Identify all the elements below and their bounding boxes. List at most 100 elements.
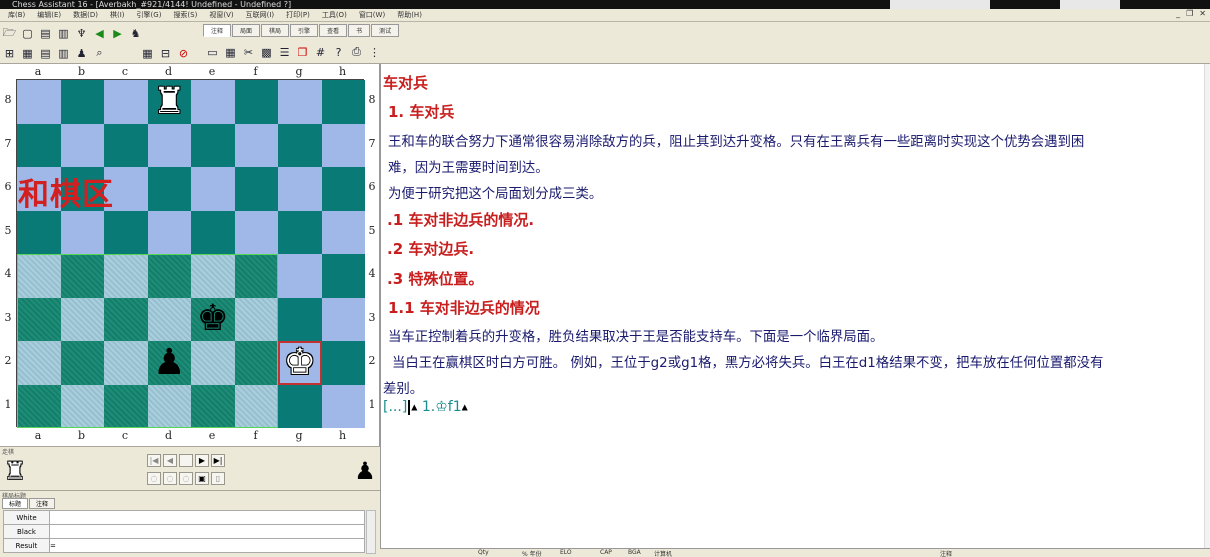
col-elo[interactable]: ELO	[560, 549, 572, 556]
col-comment[interactable]: 注释	[940, 549, 952, 557]
square-a4[interactable]	[17, 254, 61, 298]
square-d5[interactable]	[147, 210, 191, 254]
square-h1[interactable]	[321, 384, 365, 428]
square-f3[interactable]	[234, 297, 278, 341]
square-a1[interactable]	[17, 384, 61, 428]
open-folder-icon[interactable]: 🗁	[2, 26, 17, 40]
square-c5[interactable]	[104, 210, 148, 254]
stop-icon[interactable]: ⊘	[176, 46, 191, 60]
tab-header[interactable]: 标题	[2, 498, 29, 509]
black-king-icon[interactable]: ♚	[191, 298, 235, 342]
square-b1[interactable]	[60, 384, 104, 428]
move-line[interactable]: [...] ▲ 1.♔f1▲	[383, 399, 1207, 415]
back-arrow-icon[interactable]: ◀	[92, 26, 107, 40]
menu-item-game[interactable]: 棋(I)	[110, 10, 125, 20]
tab-test[interactable]: 测试	[371, 24, 400, 37]
menu-item-library[interactable]: 库(B)	[8, 10, 25, 20]
square-h5[interactable]	[321, 210, 365, 254]
square-c3[interactable]	[104, 297, 148, 341]
square-d4[interactable]	[147, 254, 191, 298]
square-f4[interactable]	[234, 254, 278, 298]
notepad-icon[interactable]: ▥	[56, 26, 71, 40]
last-move-button[interactable]: ▶|	[211, 454, 225, 467]
square-g3[interactable]	[278, 297, 322, 341]
square-b2[interactable]	[60, 341, 104, 385]
col-qty[interactable]: Qty	[478, 549, 489, 556]
square-h4[interactable]	[321, 254, 365, 298]
col-percent-year[interactable]: % 年份	[522, 549, 542, 557]
lock-button[interactable]: ▯	[211, 472, 225, 485]
square-e8[interactable]	[191, 80, 235, 124]
help-circle-icon[interactable]: ?	[331, 45, 346, 59]
notation-panel[interactable]: 车对兵 1. 车对兵 王和车的联合努力下通常很容易消除敌方的兵，阻止其到达升变格…	[380, 64, 1210, 548]
square-c1[interactable]	[104, 384, 148, 428]
menu-item-edit[interactable]: 编辑(E)	[37, 10, 61, 20]
variation-button[interactable]: ◌	[147, 472, 161, 485]
white-king-icon[interactable]: ♚	[278, 341, 322, 385]
square-c7[interactable]	[104, 123, 148, 167]
header-value-black[interactable]	[49, 524, 365, 539]
square-e7[interactable]	[191, 123, 235, 167]
calculator-icon[interactable]: ▦	[223, 45, 238, 59]
tree-view-icon[interactable]: ⊞	[2, 46, 17, 60]
square-b8[interactable]	[60, 80, 104, 124]
square-c4[interactable]	[104, 254, 148, 298]
close-icon[interactable]: ✕	[1199, 9, 1206, 18]
square-a7[interactable]	[17, 123, 61, 167]
square-h2[interactable]	[321, 341, 365, 385]
board-icon[interactable]: ▦	[140, 46, 155, 60]
person-icon[interactable]: ♟	[74, 46, 89, 60]
engine-icon[interactable]: ♞	[128, 26, 143, 40]
black-pawn-icon[interactable]: ♟	[148, 341, 192, 385]
square-g1[interactable]	[278, 384, 322, 428]
menu-item-help[interactable]: 帮助(H)	[397, 10, 422, 20]
info-scrollbar[interactable]	[366, 510, 376, 554]
square-h8[interactable]	[321, 80, 365, 124]
square-e2[interactable]	[191, 341, 235, 385]
square-f7[interactable]	[234, 123, 278, 167]
filter-icon[interactable]: ⊟	[158, 46, 173, 60]
layers-icon[interactable]: ▥	[56, 46, 71, 60]
square-d1[interactable]	[147, 384, 191, 428]
header-value-white[interactable]	[49, 510, 365, 525]
square-d6[interactable]	[147, 167, 191, 211]
search-icon[interactable]: ⌕	[92, 46, 107, 60]
header-value-result[interactable]: =	[49, 538, 365, 553]
square-b3[interactable]	[60, 297, 104, 341]
square-e5[interactable]	[191, 210, 235, 254]
square-f8[interactable]	[234, 80, 278, 124]
square-g6[interactable]	[278, 167, 322, 211]
menu-item-print[interactable]: 打印(P)	[286, 10, 310, 20]
square-h6[interactable]	[321, 167, 365, 211]
square-a3[interactable]	[17, 297, 61, 341]
restore-icon[interactable]: ❐	[1186, 9, 1193, 18]
menu-item-window[interactable]: 窗口(W)	[359, 10, 385, 20]
square-a5[interactable]	[17, 210, 61, 254]
tab-view[interactable]: 查看	[319, 24, 348, 37]
tab-annotation[interactable]: 注释	[203, 24, 232, 37]
menu-item-tools[interactable]: 工具(O)	[322, 10, 347, 20]
notation-scrollbar[interactable]	[1204, 64, 1210, 548]
menu-item-search[interactable]: 搜索(S)	[173, 10, 197, 20]
square-e6[interactable]	[191, 167, 235, 211]
square-g7[interactable]	[278, 123, 322, 167]
square-f1[interactable]	[234, 384, 278, 428]
square-a8[interactable]	[17, 80, 61, 124]
numbers-icon[interactable]: #	[313, 45, 328, 59]
square-f5[interactable]	[234, 210, 278, 254]
square-f2[interactable]	[234, 341, 278, 385]
col-cap[interactable]: CAP	[600, 549, 612, 556]
square-e4[interactable]	[191, 254, 235, 298]
square-b5[interactable]	[60, 210, 104, 254]
next-move-button[interactable]: ▶	[195, 454, 209, 467]
menu-item-view[interactable]: 视窗(V)	[209, 10, 233, 20]
print-icon[interactable]: ⎙	[349, 45, 364, 59]
col-computer[interactable]: 计算机	[654, 549, 672, 557]
table-icon[interactable]: ▤	[38, 46, 53, 60]
chess-board[interactable]: ♜ ♚ ♟ ♚	[16, 79, 365, 428]
tab-position[interactable]: 局面	[232, 24, 261, 37]
move-king-f1[interactable]: 1.♔f1	[422, 399, 462, 415]
prev-move-button[interactable]: ◀	[163, 454, 177, 467]
cut-icon[interactable]: ✂	[241, 45, 256, 59]
tab-game[interactable]: 棋局	[261, 24, 290, 37]
